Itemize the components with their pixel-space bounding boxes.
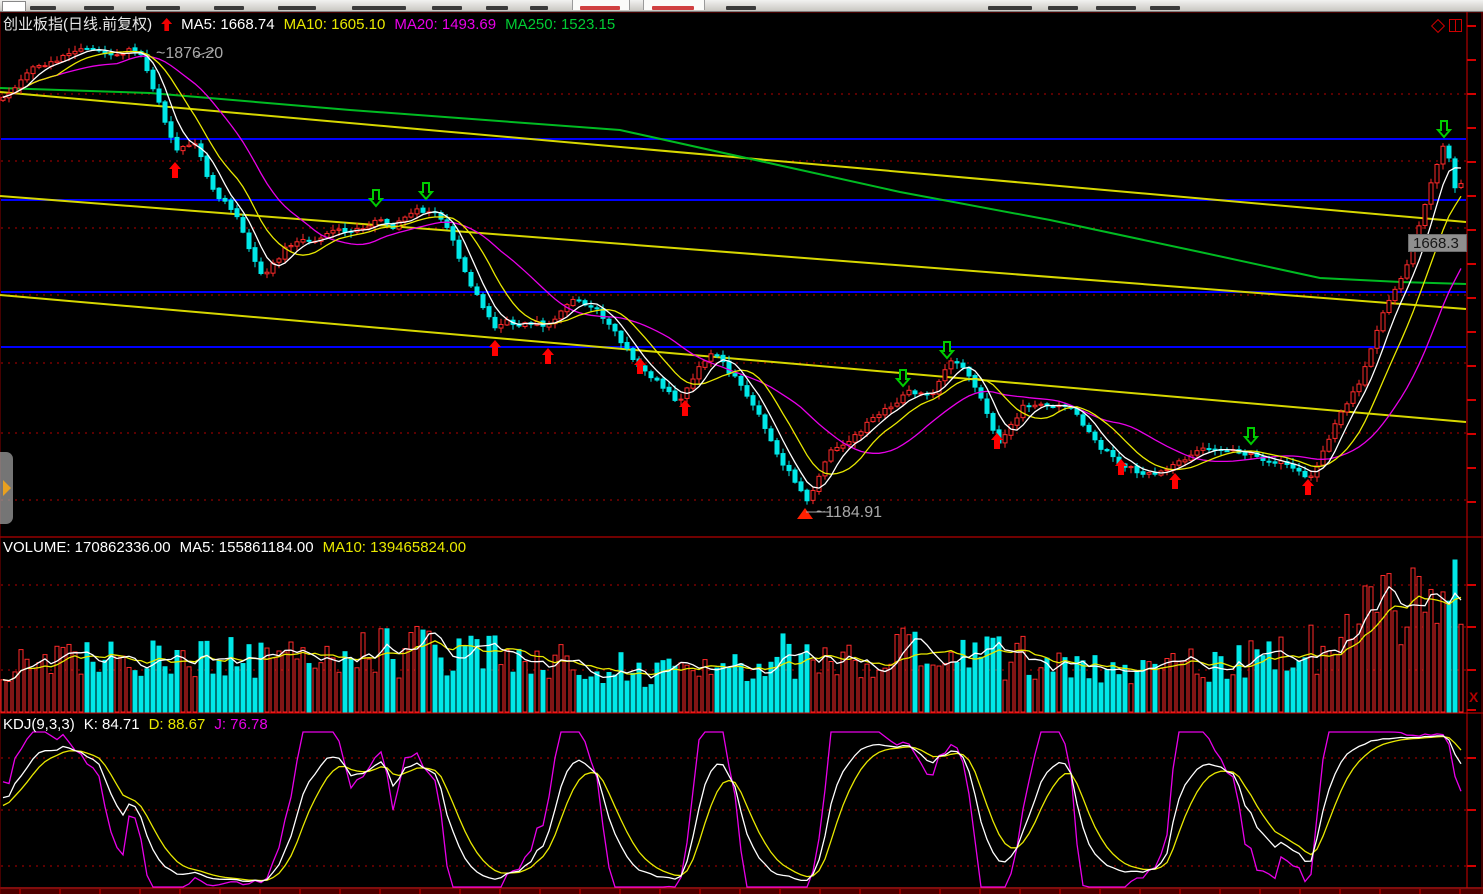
kdj-j-readout: J: 76.78 bbox=[214, 716, 267, 733]
menu-text-fragment[interactable] bbox=[84, 6, 114, 10]
menu-text-fragment[interactable] bbox=[278, 6, 316, 10]
chart-title: 创业板指(日线.前复权) bbox=[3, 16, 152, 33]
sidebar-expand-handle[interactable] bbox=[0, 452, 13, 524]
ma250-readout: MA250: 1523.15 bbox=[505, 16, 615, 33]
ma20-readout: MA20: 1493.69 bbox=[394, 16, 496, 33]
menu-text-fragment[interactable] bbox=[486, 6, 508, 10]
menu-text-fragment[interactable] bbox=[30, 6, 56, 10]
volume-ma10-readout: MA10: 139465824.00 bbox=[323, 539, 466, 556]
volume-panel-close-button[interactable]: X bbox=[1469, 690, 1478, 704]
chart-canvas[interactable] bbox=[0, 0, 1483, 894]
menu-text-fragment[interactable] bbox=[146, 6, 180, 10]
volume-header: VOLUME: 170862336.00 MA5: 155861184.00 MA1… bbox=[3, 539, 475, 556]
menu-text-fragment[interactable] bbox=[432, 6, 462, 10]
menu-logo-box[interactable] bbox=[2, 1, 26, 12]
volume-readout: VOLUME: 170862336.00 bbox=[3, 539, 171, 556]
menu-text-fragment[interactable] bbox=[1096, 6, 1136, 10]
ma5-readout: MA5: 1668.74 bbox=[181, 16, 274, 33]
volume-ma5-readout: MA5: 155861184.00 bbox=[180, 539, 314, 556]
window-layout-icon[interactable] bbox=[1449, 19, 1462, 32]
kdj-header: KDJ(9,3,3) K: 84.71 D: 88.67 J: 76.78 bbox=[3, 716, 277, 733]
low-price-label: ~1184.91 bbox=[816, 504, 882, 522]
main-chart-header: 创业板指(日线.前复权) MA5: 1668.74 MA10: 1605.10 MA2… bbox=[3, 13, 624, 34]
kdj-k-readout: K: 84.71 bbox=[84, 716, 140, 733]
menu-text-fragment[interactable] bbox=[988, 6, 1032, 10]
axis-price-tag: 1668.3 bbox=[1408, 234, 1467, 252]
menu-text-fragment[interactable] bbox=[1150, 6, 1180, 10]
menu-bar[interactable] bbox=[0, 0, 1483, 12]
menu-text-fragment[interactable] bbox=[726, 6, 756, 10]
menu-button-label-fragment[interactable] bbox=[580, 6, 620, 10]
expand-arrow-icon bbox=[3, 480, 11, 496]
menu-text-fragment[interactable] bbox=[1048, 6, 1078, 10]
menu-text-fragment[interactable] bbox=[352, 6, 406, 10]
ma10-readout: MA10: 1605.10 bbox=[284, 16, 386, 33]
kdj-d-readout: D: 88.67 bbox=[149, 716, 206, 733]
kdj-params: KDJ(9,3,3) bbox=[3, 716, 75, 733]
high-price-label: ~1876.20 bbox=[156, 45, 223, 63]
menu-button-label-fragment[interactable] bbox=[652, 6, 694, 10]
menu-text-fragment[interactable] bbox=[530, 6, 548, 10]
menu-text-fragment[interactable] bbox=[214, 6, 244, 10]
up-arrow-icon bbox=[161, 18, 172, 31]
